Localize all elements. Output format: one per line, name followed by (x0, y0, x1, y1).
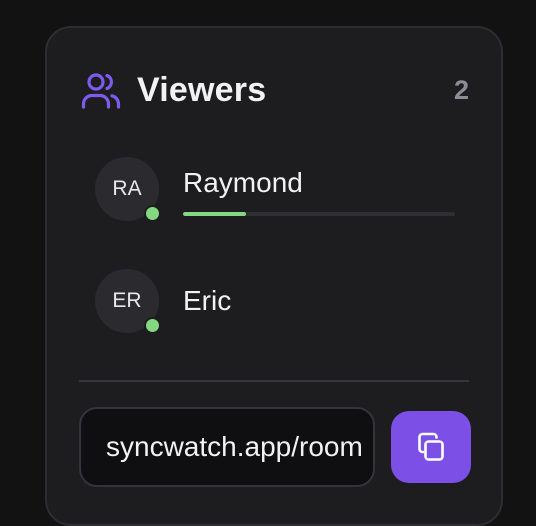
viewer-count: 2 (453, 75, 469, 105)
viewer-item: RA Raymond (95, 157, 471, 227)
copy-link-button[interactable] (391, 411, 471, 483)
viewer-name: Eric (183, 285, 232, 316)
share-link-field[interactable] (79, 407, 375, 487)
panel-title: Viewers (137, 71, 267, 109)
viewer-item: ER Eric (95, 269, 471, 339)
divider (79, 380, 469, 382)
online-status-dot (144, 205, 161, 222)
viewers-header: Viewers 2 (81, 68, 469, 112)
copy-icon (415, 431, 447, 463)
viewers-panel: Viewers 2 RA Raymond ER Eric (45, 26, 503, 526)
watch-progress-fill (183, 212, 246, 216)
online-status-dot (144, 317, 161, 334)
viewer-name: Raymond (183, 167, 303, 198)
users-icon (81, 71, 121, 111)
watch-progress-bar (183, 212, 455, 216)
